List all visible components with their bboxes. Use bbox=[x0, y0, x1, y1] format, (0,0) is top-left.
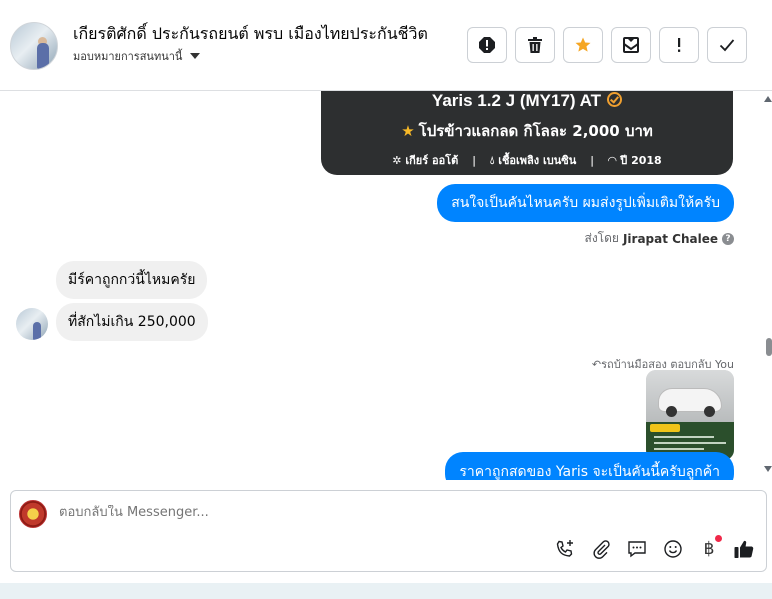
saved-replies-button[interactable] bbox=[625, 537, 649, 561]
reply-input[interactable] bbox=[59, 505, 559, 520]
sent-by-info: ส่งโดย Jirapat Chalee ? bbox=[584, 229, 734, 248]
assign-label: มอบหมายการสนทนานี้ bbox=[73, 50, 183, 63]
card-promo: โปรข้าวแลกลด กิโลละ 2,000 บาท bbox=[418, 122, 653, 140]
star-icon bbox=[575, 37, 591, 52]
scroll-up-arrow[interactable] bbox=[764, 96, 772, 102]
trash-icon bbox=[528, 37, 542, 53]
incoming-message[interactable]: ที่สักไม่เกิน 250,000 bbox=[56, 303, 208, 341]
fuel-drop-icon: 💧︎ bbox=[489, 154, 495, 167]
chat-bubble-icon bbox=[628, 541, 646, 558]
exclamation-icon bbox=[678, 38, 681, 52]
gauge-icon: ◠ bbox=[607, 154, 617, 167]
check-icon bbox=[719, 39, 735, 52]
thumbs-up-icon bbox=[734, 540, 754, 558]
contact-avatar[interactable] bbox=[10, 22, 58, 70]
star-button[interactable] bbox=[563, 27, 603, 63]
sender-avatar[interactable] bbox=[16, 308, 48, 340]
notification-dot bbox=[715, 535, 722, 542]
spam-button[interactable] bbox=[659, 27, 699, 63]
attach-button[interactable] bbox=[589, 537, 613, 561]
emoji-button[interactable] bbox=[661, 537, 685, 561]
sent-by-prefix: ส่งโดย bbox=[584, 231, 619, 245]
help-icon[interactable]: ? bbox=[722, 232, 734, 245]
gear-icon: ✲ bbox=[392, 154, 402, 167]
message-composer: ฿ bbox=[10, 490, 767, 572]
paperclip-icon bbox=[593, 540, 610, 559]
star-icon: ★ bbox=[401, 122, 415, 140]
messenger-conversation: เกียรติศักดิ์ ประกันรถยนต์ พรบ เมืองไทยป… bbox=[0, 0, 772, 599]
message-thread[interactable]: Yaris 1.2 J (MY17) AT ★ โปรข้าวแลกลด กิโล… bbox=[0, 91, 772, 480]
page-avatar bbox=[19, 500, 47, 528]
card-spec-year: ปี 2018 bbox=[620, 154, 662, 167]
scrollbar-thumb[interactable] bbox=[766, 338, 772, 356]
outgoing-message[interactable]: ราคาถูกสดของ Yaris จะเป็นคันนี้ครับลูกค้… bbox=[445, 452, 734, 480]
contact-name[interactable]: เกียรติศักดิ์ ประกันรถยนต์ พรบ เมืองไทยป… bbox=[73, 22, 428, 47]
done-button[interactable] bbox=[707, 27, 747, 63]
like-button[interactable] bbox=[732, 537, 756, 561]
card-title: Yaris 1.2 J (MY17) AT bbox=[431, 91, 602, 110]
reply-arrow-icon: ↶ bbox=[591, 358, 602, 371]
delete-button[interactable] bbox=[515, 27, 555, 63]
sent-by-name: Jirapat Chalee bbox=[622, 231, 718, 246]
assign-conversation-dropdown[interactable]: มอบหมายการสนทนานี้ bbox=[73, 47, 201, 65]
call-add-icon bbox=[556, 540, 573, 557]
car-listing-card[interactable]: Yaris 1.2 J (MY17) AT ★ โปรข้าวแลกลด กิโล… bbox=[321, 91, 733, 175]
baht-icon: ฿ bbox=[703, 539, 715, 559]
replied-image-thumbnail[interactable] bbox=[646, 370, 734, 460]
chevron-down-icon bbox=[190, 53, 201, 59]
envelope-icon bbox=[623, 37, 639, 53]
outgoing-message[interactable]: สนใจเป็นคันไหนครับ ผมส่งรูปเพิ่มเติมให้ค… bbox=[437, 184, 734, 222]
page-footer-strip bbox=[0, 583, 772, 599]
mark-unread-button[interactable] bbox=[611, 27, 651, 63]
card-spec-fuel: เชื้อเพลิง เบนซิน bbox=[498, 154, 577, 167]
emoji-icon bbox=[664, 540, 682, 558]
card-spec-transmission: เกียร์ ออโต้ bbox=[405, 154, 459, 167]
call-button[interactable] bbox=[553, 537, 577, 561]
verified-check-icon bbox=[607, 92, 623, 107]
scroll-down-arrow[interactable] bbox=[764, 466, 772, 472]
conversation-header: เกียรติศักดิ์ ประกันรถยนต์ พรบ เมืองไทยป… bbox=[0, 0, 772, 91]
alert-button[interactable] bbox=[467, 27, 507, 63]
exclamation-circle-icon bbox=[479, 37, 495, 53]
incoming-message[interactable]: มีร์คาถูกกว่นี้ไหมครัย bbox=[56, 261, 208, 299]
